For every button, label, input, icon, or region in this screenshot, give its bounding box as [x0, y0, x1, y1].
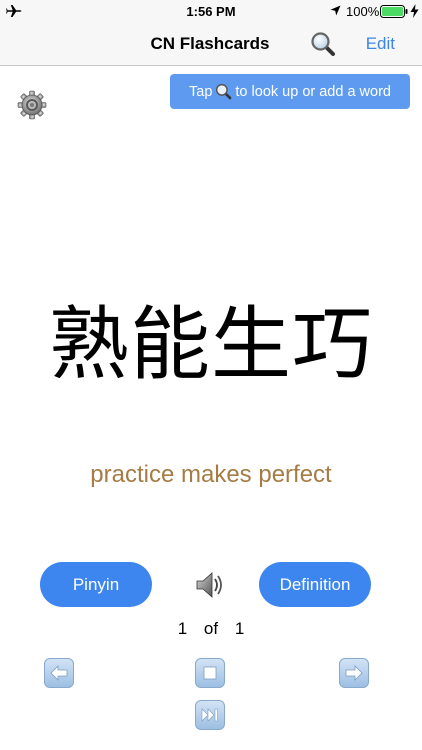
- battery-percent: 100%: [346, 4, 380, 19]
- lookup-tip-banner[interactable]: Tap to look up or add a word: [170, 74, 410, 109]
- status-bar: 1:56 PM 100%: [0, 0, 422, 22]
- flashcard-word: 熟能生巧: [49, 298, 373, 391]
- arrow-left-icon: [50, 665, 68, 681]
- card-counter: 1 of 1: [0, 619, 422, 639]
- speaker-icon[interactable]: [193, 570, 225, 600]
- navigation-bar: CN Flashcards Edit: [0, 22, 422, 66]
- counter-separator: of: [203, 619, 219, 638]
- battery-icon: [380, 5, 408, 18]
- magnifying-glass-icon: [216, 83, 232, 100]
- next-card-button[interactable]: [339, 658, 369, 688]
- stop-icon: [203, 666, 217, 680]
- page-title: CN Flashcards: [150, 34, 270, 53]
- pinyin-button[interactable]: Pinyin: [40, 562, 152, 607]
- counter-total: 1: [234, 619, 245, 638]
- previous-card-button[interactable]: [44, 658, 74, 688]
- arrow-right-icon: [345, 665, 363, 681]
- magnifying-glass-icon[interactable]: [310, 31, 336, 57]
- tip-prefix: Tap: [189, 83, 213, 100]
- edit-button[interactable]: Edit: [366, 34, 395, 54]
- skip-forward-icon: [201, 708, 218, 722]
- gear-icon[interactable]: [17, 90, 47, 120]
- counter-current: 1: [177, 619, 188, 638]
- stop-button[interactable]: [195, 658, 225, 688]
- flashcard-translation: practice makes perfect: [90, 461, 332, 488]
- location-icon: [330, 5, 341, 16]
- tip-suffix: to look up or add a word: [235, 83, 391, 100]
- skip-to-end-button[interactable]: [195, 700, 225, 730]
- definition-button[interactable]: Definition: [259, 562, 371, 607]
- charging-icon: [410, 4, 419, 18]
